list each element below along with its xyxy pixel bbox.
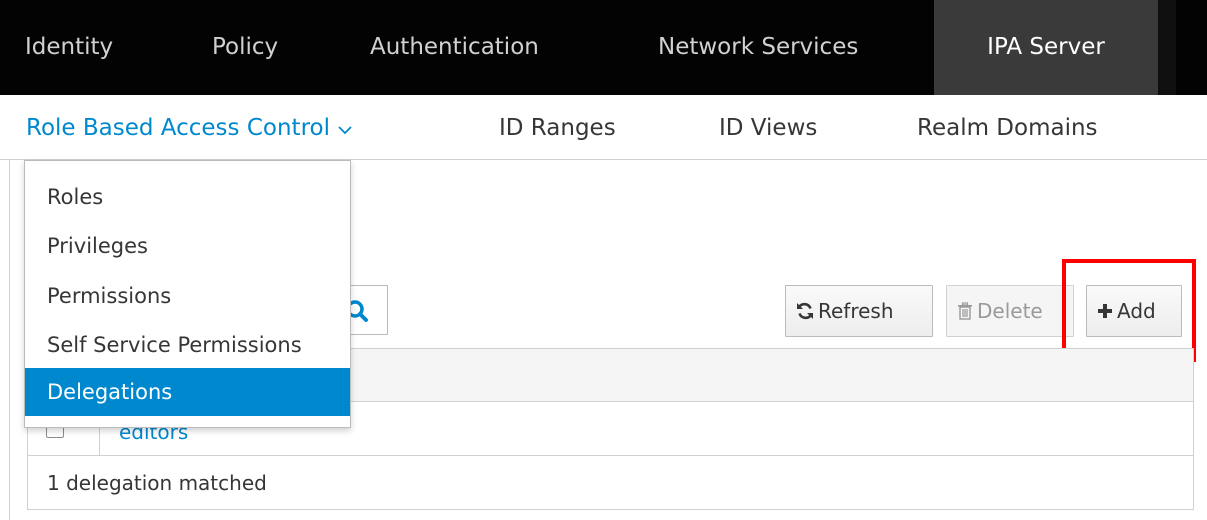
- menu-item-privileges[interactable]: Privileges: [25, 222, 350, 270]
- top-nav-policy[interactable]: Policy: [212, 0, 278, 95]
- content-frame-edge: [9, 160, 10, 520]
- page: Identity Policy Authentication Network S…: [0, 0, 1207, 520]
- delete-label: Delete: [977, 299, 1043, 323]
- refresh-button[interactable]: Refresh: [785, 285, 933, 337]
- trash-icon: [958, 302, 972, 320]
- sub-nav-rbac-label: Role Based Access Control: [26, 115, 330, 141]
- top-nav-authentication[interactable]: Authentication: [370, 0, 539, 95]
- match-count: 1 delegation matched: [47, 471, 267, 495]
- refresh-icon: [797, 302, 813, 320]
- menu-item-roles[interactable]: Roles: [25, 173, 350, 221]
- menu-item-delegations[interactable]: Delegations: [25, 368, 350, 416]
- top-nav-edge: [1158, 0, 1176, 95]
- refresh-label: Refresh: [818, 299, 894, 323]
- rbac-dropdown-menu: Roles Privileges Permissions Self Servic…: [24, 160, 351, 428]
- delete-button[interactable]: Delete: [946, 285, 1074, 337]
- menu-item-self-service-permissions[interactable]: Self Service Permissions: [25, 321, 350, 369]
- plus-icon: [1098, 304, 1112, 318]
- top-nav: Identity Policy Authentication Network S…: [0, 0, 1207, 95]
- table-footer: 1 delegation matched: [27, 456, 1194, 510]
- sub-nav-id-ranges[interactable]: ID Ranges: [499, 95, 616, 159]
- sub-nav-id-views[interactable]: ID Views: [719, 95, 817, 159]
- top-nav-identity[interactable]: Identity: [25, 0, 113, 95]
- top-nav-ipa-server[interactable]: IPA Server: [934, 0, 1158, 95]
- sub-nav-rbac[interactable]: Role Based Access Control: [26, 95, 352, 159]
- top-nav-network-services[interactable]: Network Services: [658, 0, 858, 95]
- menu-item-permissions[interactable]: Permissions: [25, 272, 350, 320]
- sub-nav: Role Based Access Control ID Ranges ID V…: [0, 95, 1207, 160]
- add-label: Add: [1117, 299, 1156, 323]
- chevron-down-icon: [338, 126, 352, 135]
- add-button[interactable]: Add: [1086, 285, 1182, 337]
- sub-nav-realm-domains[interactable]: Realm Domains: [917, 95, 1098, 159]
